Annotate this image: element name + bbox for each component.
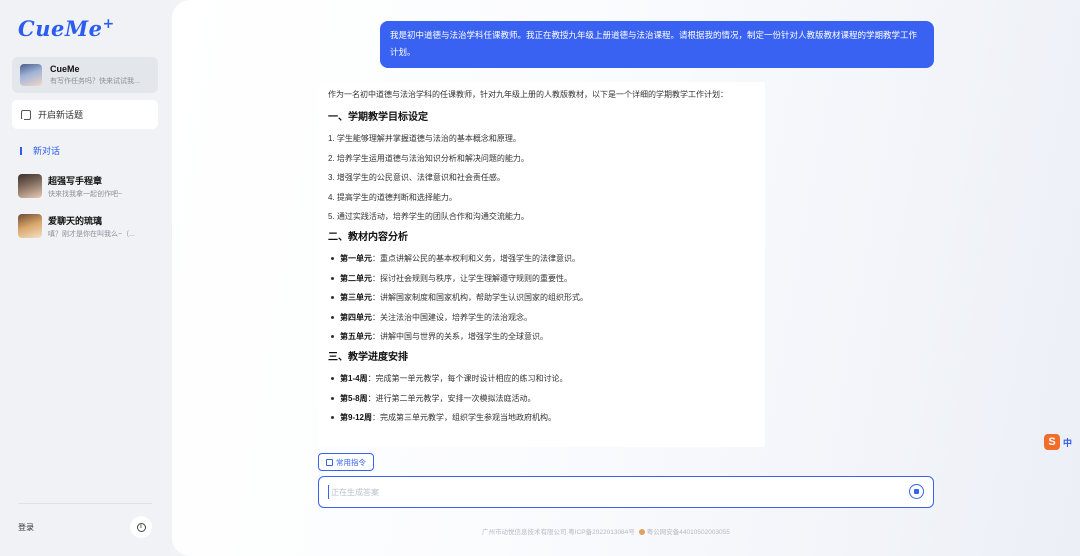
answer-intro: 作为一名初中道德与法治学科的任课教师，针对九年级上册的人教版教材，以下是一个详细…	[328, 90, 728, 99]
section-heading: 一、学期教学目标设定	[328, 112, 428, 123]
list-item: 3. 增强学生的公民意识、法律意识和社会责任感。	[328, 173, 505, 182]
conversation-title: 超强写手程章	[48, 175, 103, 186]
list-item: 第五单元：讲解中国与世界的关系，增强学生的全球意识。	[328, 331, 755, 342]
footer-police: 粤公网安备44010502003055	[646, 529, 730, 536]
list-item: 第9-12周：完成第三单元教学，组织学生参观当地政府机构。	[328, 412, 755, 423]
sogou-icon: S	[1044, 434, 1060, 450]
common-commands-button[interactable]: 常用指令	[318, 453, 374, 471]
footer-company: 广州市动悦信息技术有限公司 粤ICP备2022013084号	[482, 529, 635, 536]
conversation-subtitle: 嗔？刚才是你在叫我么~（...	[48, 230, 135, 238]
item-label: 第1-4周	[340, 374, 368, 383]
list-item: 第1-4周：完成第一单元教学，每个课时设计相应的练习和讨论。	[328, 373, 755, 384]
user-message-bubble: 我是初中道德与法治学科任课教师。我正在教授九年级上册道德与法治课程。请根据我的情…	[380, 21, 934, 68]
item-text: ：进行第二单元教学，安排一次模拟法庭活动。	[367, 393, 536, 403]
item-label: 第9-12周	[340, 413, 373, 422]
assistant-answer: 作为一名初中道德与法治学科的任课教师，针对九年级上册的人教版教材，以下是一个详细…	[318, 82, 765, 447]
item-text: ：探讨社会规则与秩序，让学生理解遵守规则的重要性。	[372, 273, 572, 283]
list-item: 第一单元：重点讲解公民的基本权利和义务，增强学生的法律意识。	[328, 253, 755, 264]
item-text: ：关注法治中国建设，培养学生的法治观念。	[372, 312, 532, 322]
footer: 广州市动悦信息技术有限公司 粤ICP备2022013084号 粤公网安备44010…	[482, 526, 730, 536]
conversation-title: 爱聊天的琉璃	[48, 215, 103, 226]
bot-subtitle: 有写作任务吗？快来试试我...	[50, 78, 140, 85]
bot-name: CueMe	[50, 64, 80, 74]
commands-icon	[326, 458, 333, 466]
new-chat-item[interactable]: 新对话	[20, 144, 60, 157]
logo-plus: +	[102, 16, 115, 32]
bot-card-cueme[interactable]: CueMe 有写作任务吗？快来试试我...	[12, 57, 158, 93]
info-button[interactable]: i	[130, 516, 152, 538]
item-text: ：讲解中国与世界的关系，增强学生的全球意识。	[372, 332, 548, 341]
ime-mode: 中	[1063, 437, 1073, 448]
list-item: 第二单元：探讨社会规则与秩序，让学生理解遵守规则的重要性。	[328, 273, 755, 284]
logo-text: CueMe	[18, 16, 103, 41]
item-text: ：讲解国家制度和国家机构，帮助学生认识国家的组织形式。	[372, 293, 588, 302]
item-label: 第四单元	[340, 312, 372, 322]
app-logo[interactable]: CueMe+	[18, 16, 115, 42]
list-item: 2. 培养学生运用道德与法治知识分析和解决问题的能力。	[328, 153, 529, 163]
section-heading: 二、教材内容分析	[328, 232, 408, 243]
new-topic-label: 开启新话题	[38, 110, 84, 120]
item-label: 第三单元	[340, 293, 372, 302]
list-item: 1. 学生能够理解并掌握道德与法治的基本概念和原理。	[328, 134, 521, 143]
item-label: 第五单元	[340, 332, 372, 341]
new-topic-button[interactable]: 开启新话题	[12, 100, 158, 129]
info-icon: i	[136, 522, 146, 532]
message-input[interactable]	[328, 485, 888, 499]
stop-icon	[914, 489, 919, 494]
conversation-subtitle: 快来找我拿一起创作吧~	[48, 190, 123, 198]
list-item: 5. 通过实践活动，培养学生的团队合作和沟通交流能力。	[328, 212, 529, 221]
item-text: ：完成第一单元教学，每个课时设计相应的练习和讨论。	[367, 374, 568, 383]
item-label: 第一单元	[340, 254, 372, 263]
section-heading: 三、教学进度安排	[328, 352, 408, 363]
item-label: 第二单元	[340, 273, 372, 283]
police-badge-icon	[638, 529, 645, 535]
conversation-item[interactable]: 爱聊天的琉璃 嗔？刚才是你在叫我么~（...	[18, 213, 158, 239]
login-link[interactable]: 登录	[18, 522, 34, 533]
common-commands-label: 常用指令	[336, 457, 366, 467]
list-item: 第5-8周：进行第二单元教学，安排一次模拟法庭活动。	[328, 393, 755, 404]
list-item: 第三单元：讲解国家制度和国家机构，帮助学生认识国家的组织形式。	[328, 292, 755, 303]
ime-indicator[interactable]: S 中	[1044, 433, 1072, 451]
active-indicator	[20, 146, 22, 155]
new-topic-icon	[20, 109, 31, 122]
item-text: ：完成第三单元教学，组织学生参观当地政府机构。	[372, 413, 557, 422]
sidebar: CueMe+ CueMe 有写作任务吗？快来试试我... 开启新话题 新对话 超…	[0, 0, 172, 556]
stop-generating-button[interactable]	[909, 484, 924, 499]
avatar	[18, 174, 42, 198]
list-item: 4. 提高学生的道德判断和选择能力。	[328, 192, 457, 202]
list-item: 第四单元：关注法治中国建设，培养学生的法治观念。	[328, 312, 755, 323]
conversation-item[interactable]: 超强写手程章 快来找我拿一起创作吧~	[18, 173, 158, 199]
divider	[18, 503, 152, 504]
new-chat-label: 新对话	[33, 146, 61, 156]
item-text: ：重点讲解公民的基本权利和义务，增强学生的法律意识。	[372, 254, 580, 263]
message-input-box[interactable]	[318, 476, 934, 508]
item-label: 第5-8周	[340, 393, 368, 403]
avatar	[20, 64, 42, 86]
avatar	[18, 214, 42, 238]
